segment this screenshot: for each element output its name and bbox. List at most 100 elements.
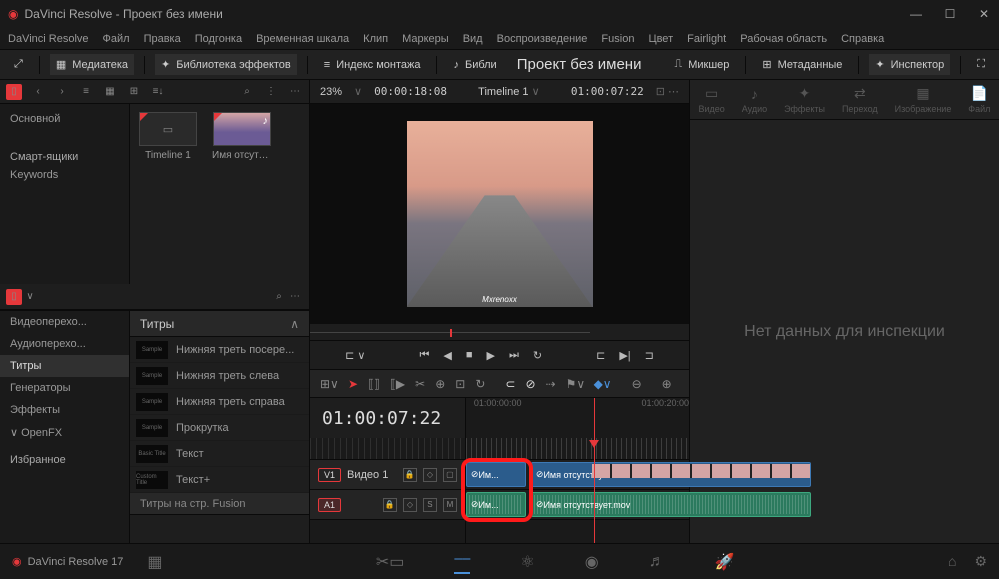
viewer[interactable]: Mxrenoxx	[310, 104, 689, 324]
viewer-options[interactable]: ⊡ ⋯	[656, 85, 679, 98]
track-header-a1[interactable]: A1 🔒 ◇ S M	[310, 490, 465, 520]
a1-disable-icon[interactable]: ◇	[403, 498, 417, 512]
menu-davinci[interactable]: DaVinci Resolve	[8, 33, 89, 45]
pool-filter[interactable]: ⋮	[263, 84, 279, 100]
video-clip-long[interactable]: ⊘ Имя отсутствует.mov	[531, 462, 811, 487]
timeline-name[interactable]: Timeline 1	[478, 86, 528, 98]
trim-tool[interactable]: ⟦⟧	[368, 377, 380, 391]
cat-video-trans[interactable]: Видеоперехо...	[0, 311, 129, 333]
pool-toggle-button[interactable]: ▯	[6, 84, 22, 100]
effects-section-title[interactable]: Титры ∧	[130, 311, 309, 337]
play-button[interactable]: ▶	[487, 349, 495, 362]
marker-button[interactable]: ◆∨	[594, 377, 612, 391]
thumb-video[interactable]: ♪ Имя отсутст...	[212, 112, 272, 161]
next-frame-button[interactable]: ⏭	[509, 349, 519, 362]
position-lock[interactable]: ⇢	[546, 377, 556, 391]
color-page-button[interactable]: ◉	[585, 552, 599, 572]
tl-view-options[interactable]: ⊞∨	[320, 377, 338, 391]
menu-clip[interactable]: Клип	[363, 33, 388, 45]
inspector-tab-transition[interactable]: ⇄Переход	[842, 85, 878, 114]
video-clip-short[interactable]: ⊘ Им...	[466, 462, 526, 487]
a1-solo-button[interactable]: S	[423, 498, 437, 512]
effects-search-icon[interactable]: ⌕	[271, 289, 287, 305]
mixer-button[interactable]: ⎍Микшер	[669, 54, 736, 75]
v1-badge[interactable]: V1	[318, 468, 341, 482]
track-v1[interactable]: ⊘ Им... ⊘ Имя отсутствует.mov	[466, 460, 689, 490]
home-button[interactable]: ⌂	[948, 553, 956, 570]
expand-button[interactable]: ⤢	[8, 54, 29, 75]
flag-button[interactable]: ⚑∨	[566, 377, 584, 391]
cat-effects[interactable]: Эффекты	[0, 399, 129, 421]
loop-button[interactable]: ↻	[533, 349, 542, 362]
in-point-button[interactable]: ⊏	[596, 349, 605, 362]
effects-toggle-button[interactable]: ▯	[6, 289, 22, 305]
effects-options[interactable]: ⋯	[287, 289, 303, 305]
inspector-tab-image[interactable]: ▦Изображение	[895, 85, 952, 114]
zoom-in-button[interactable]: ⊕	[662, 377, 672, 391]
pool-nav-back[interactable]: ‹	[30, 84, 46, 100]
track-a1[interactable]: ⊘ Им... ⊘ Имя отсутствует.mov	[466, 490, 689, 520]
cut-page-button[interactable]: ✂▭	[376, 552, 405, 572]
cat-audio-trans[interactable]: Аудиоперехо...	[0, 333, 129, 355]
title-item[interactable]: SampleНижняя треть посере...	[130, 337, 309, 363]
menu-color[interactable]: Цвет	[648, 33, 673, 45]
pool-nav-fwd[interactable]: ›	[54, 84, 70, 100]
dynamic-trim-tool[interactable]: ⟦▶	[390, 377, 405, 391]
minimize-button[interactable]: —	[909, 7, 923, 21]
snapping-toggle[interactable]: ⊂	[505, 377, 515, 391]
cat-titles[interactable]: Титры	[0, 355, 129, 377]
a1-mute-button[interactable]: M	[443, 498, 457, 512]
menu-playback[interactable]: Воспроизведение	[497, 33, 588, 45]
pool-sort[interactable]: ≡↓	[150, 84, 166, 100]
prev-frame-button[interactable]: ◀	[443, 349, 451, 362]
zoom-level[interactable]: 23%	[320, 86, 342, 98]
fusion-page-button[interactable]: ⚛	[520, 552, 534, 572]
insert-tool[interactable]: ⊕	[435, 377, 445, 391]
blade-tool[interactable]: ✂	[415, 377, 425, 391]
overwrite-tool[interactable]: ⊡	[455, 377, 465, 391]
inspector-button[interactable]: ✦Инспектор	[869, 54, 950, 75]
edit-page-button[interactable]: ⎯⎯	[454, 550, 470, 574]
fullscreen-button[interactable]: ⛶	[971, 54, 991, 75]
deliver-page-button[interactable]: 🚀	[715, 552, 735, 572]
settings-button[interactable]: ⚙	[974, 553, 987, 570]
timeline-ruler[interactable]	[466, 438, 689, 460]
menu-fairlight[interactable]: Fairlight	[687, 33, 726, 45]
fairlight-page-button[interactable]: ♬	[649, 553, 665, 571]
menu-file[interactable]: Файл	[103, 33, 130, 45]
jog-bar[interactable]	[310, 324, 590, 340]
pool-search-icon[interactable]: ⌕	[239, 84, 255, 100]
title-item[interactable]: Basic TitleТекст	[130, 441, 309, 467]
link-toggle[interactable]: ⊘	[525, 377, 535, 391]
media-pool-button[interactable]: ▦Медиатека	[50, 54, 134, 75]
a1-badge[interactable]: A1	[318, 498, 341, 512]
first-frame-button[interactable]: ⏮	[419, 349, 429, 362]
replace-tool[interactable]: ↻	[475, 377, 485, 391]
maximize-button[interactable]: ☐	[943, 7, 957, 21]
effects-chevron[interactable]: ∨	[22, 289, 38, 305]
a1-lock-icon[interactable]: 🔒	[383, 498, 397, 512]
v1-lock-icon[interactable]: 🔒	[403, 468, 417, 482]
pool-options[interactable]: ⋯	[287, 84, 303, 100]
thumb-timeline[interactable]: ▭ Timeline 1	[138, 112, 198, 161]
inspector-tab-effects[interactable]: ✦Эффекты	[784, 85, 825, 114]
menu-edit[interactable]: Правка	[144, 33, 181, 45]
playhead[interactable]	[594, 398, 595, 543]
next-edit-button[interactable]: ▶|	[619, 349, 630, 362]
media-page-button[interactable]: ▦	[147, 552, 162, 572]
title-item[interactable]: SampleНижняя треть слева	[130, 363, 309, 389]
v1-auto-select[interactable]: ▢	[443, 468, 457, 482]
v1-disable-icon[interactable]: ◇	[423, 468, 437, 482]
cat-openfx[interactable]: ∨ OpenFX	[0, 421, 129, 444]
stop-button[interactable]: ■	[466, 349, 473, 361]
title-item[interactable]: Custom TitleТекст+	[130, 467, 309, 493]
menu-workspace[interactable]: Рабочая область	[740, 33, 827, 45]
selection-tool[interactable]: ➤	[348, 377, 358, 391]
effects-library-button[interactable]: ✦Библиотека эффектов	[155, 54, 297, 75]
title-item[interactable]: SampleПрокрутка	[130, 415, 309, 441]
track-header-v1[interactable]: V1 Видео 1 🔒 ◇ ▢	[310, 460, 465, 490]
pool-view-thumb[interactable]: ▦	[102, 84, 118, 100]
menu-help[interactable]: Справка	[841, 33, 884, 45]
sound-library-button[interactable]: ♪Библи	[447, 55, 502, 75]
out-point-button[interactable]: ⊐	[645, 349, 654, 362]
